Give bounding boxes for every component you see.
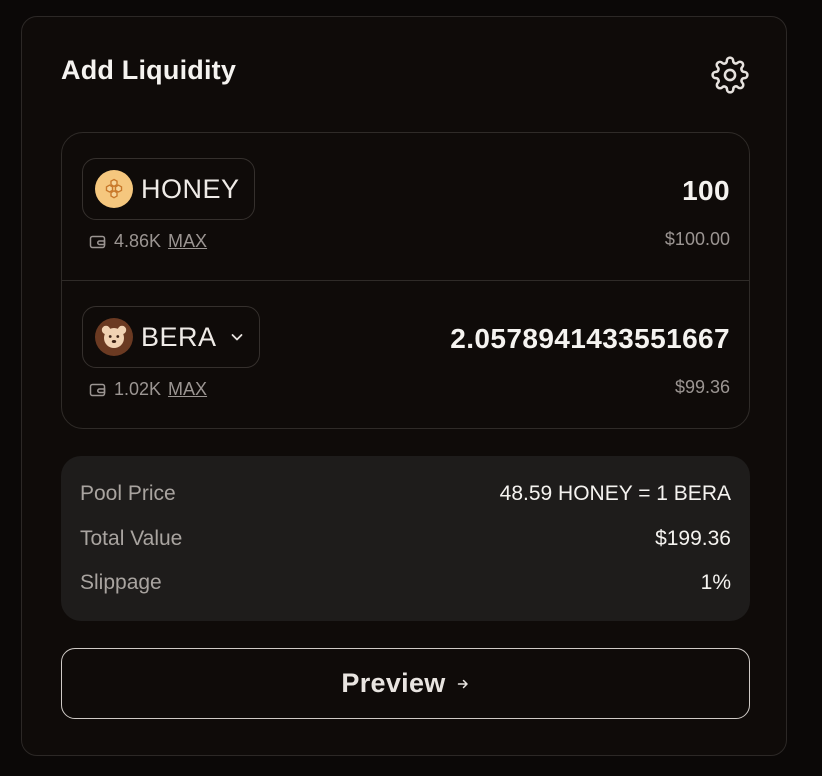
slippage-label: Slippage <box>80 571 162 594</box>
arrow-right-icon <box>457 679 468 688</box>
bera-usd-value: $99.36 <box>674 377 730 397</box>
chevron-down-icon <box>231 334 242 341</box>
preview-button[interactable]: Preview <box>61 648 750 719</box>
wallet-icon <box>89 235 106 248</box>
gear-icon[interactable] <box>711 56 749 94</box>
total-value-row: Total Value $199.36 <box>80 525 731 553</box>
balance-value: 1.02K <box>114 379 162 399</box>
pool-summary-panel: Pool Price 48.59 HONEY = 1 BERA Total Va… <box>61 456 750 621</box>
total-value-value: $199.36 <box>655 527 731 550</box>
max-button[interactable]: MAX <box>168 379 207 400</box>
bera-token-icon <box>95 318 133 356</box>
slippage-row: Slippage 1% <box>80 569 731 597</box>
page-title: Add Liquidity <box>61 55 237 85</box>
add-liquidity-card: Add Liquidity HONEY 4.86K MAX 100 $100.0… <box>21 16 787 756</box>
divider <box>62 280 749 281</box>
balance-value: 4.86K <box>114 231 162 251</box>
token-symbol: BERA <box>141 321 217 352</box>
max-button[interactable]: MAX <box>168 231 207 252</box>
slippage-value: 1% <box>700 571 731 594</box>
bera-token-selector[interactable]: BERA <box>82 306 260 368</box>
wallet-icon <box>89 383 106 396</box>
honey-usd-value: $100.00 <box>664 229 730 249</box>
preview-button-label: Preview <box>341 668 446 698</box>
honey-balance: 4.86K MAX <box>89 231 207 252</box>
total-value-label: Total Value <box>80 527 183 550</box>
honey-amount-input[interactable]: 100 <box>682 175 730 207</box>
token-symbol: HONEY <box>141 173 240 204</box>
bera-amount-input[interactable]: 2.0578941433551667 <box>450 323 730 355</box>
bera-balance: 1.02K MAX <box>89 379 207 400</box>
token-inputs-panel: HONEY 4.86K MAX 100 $100.00 BERA 1.02K M… <box>61 132 750 429</box>
pool-price-row: Pool Price 48.59 HONEY = 1 BERA <box>80 480 731 508</box>
honey-token-selector[interactable]: HONEY <box>82 158 255 220</box>
honey-token-icon <box>95 170 133 208</box>
pool-price-value: 48.59 HONEY = 1 BERA <box>499 482 731 505</box>
pool-price-label: Pool Price <box>80 482 176 505</box>
